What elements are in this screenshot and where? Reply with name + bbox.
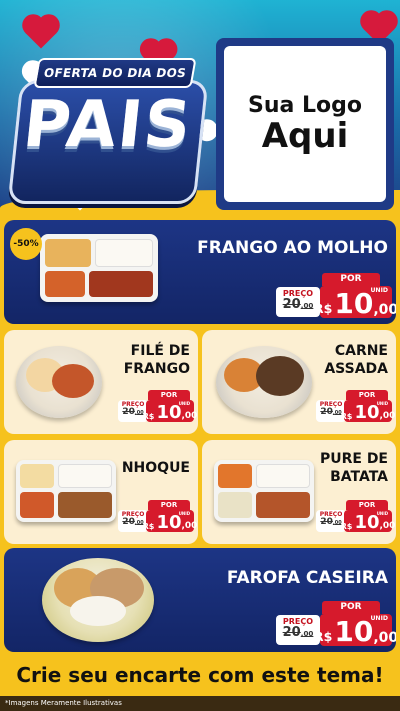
price-por-label: POR — [322, 273, 380, 286]
food-bowl-image — [42, 558, 154, 642]
title-badge: OFERTA DO DIA DOS PAIS — [7, 58, 209, 206]
discount-badge: -50% — [10, 228, 42, 260]
price-por-label: POR — [322, 601, 380, 614]
food-bowl-image — [216, 346, 312, 418]
dish-name: NHOQUE — [121, 460, 190, 476]
product-card-nhoque[interactable]: NHOQUE POR PREÇO 20,00 UNID R$ 10,00 — [4, 440, 198, 544]
logo-placeholder[interactable]: Sua Logo Aqui — [216, 38, 394, 210]
logo-text-line1: Sua Logo — [247, 92, 362, 118]
dish-name: FILÉ DE FRANGO — [123, 343, 190, 377]
badge-subtitle: OFERTA DO DIA DOS — [33, 58, 197, 88]
current-price: UNID R$ 10,00 — [313, 286, 396, 320]
food-tray-image — [40, 234, 158, 302]
logo-text-line2: Aqui — [261, 115, 349, 156]
product-card-carne-assada[interactable]: CARNE ASSADA POR PREÇO 20,00 UNID R$ 10,0… — [202, 330, 396, 434]
cta-banner[interactable]: Crie seu encarte com este tema! — [4, 656, 396, 694]
price-por-label: POR — [346, 500, 388, 510]
disclaimer-footnote: *Imagens Meramente Ilustrativas — [0, 696, 400, 711]
dish-name: CARNE ASSADA — [324, 343, 388, 377]
current-price: UNID R$ 10,00 — [142, 400, 198, 423]
food-tray-image — [16, 460, 116, 522]
price-por-label: POR — [148, 390, 190, 400]
dish-name: FAROFA CASEIRA — [226, 568, 388, 588]
badge-title: PAIS — [19, 88, 197, 162]
dish-name: FRANGO AO MOLHO — [197, 238, 388, 258]
price-por-label: POR — [346, 390, 388, 400]
food-tray-image — [214, 460, 314, 522]
current-price: UNID R$ 10,00 — [340, 510, 396, 533]
food-bowl-image — [16, 346, 102, 418]
current-price: UNID R$ 10,00 — [142, 510, 198, 533]
product-card-file-de-frango[interactable]: FILÉ DE FRANGO POR PREÇO 20,00 UNID R$ 10… — [4, 330, 198, 434]
product-card-pure-de-batata[interactable]: PURE DE BATATA POR PREÇO 20,00 UNID R$ 10… — [202, 440, 396, 544]
price-por-label: POR — [148, 500, 190, 510]
current-price: UNID R$ 10,00 — [340, 400, 396, 423]
product-card-farofa-caseira[interactable]: FAROFA CASEIRA POR PREÇO 20,00 UNID R$ 10… — [4, 548, 396, 652]
current-price: UNID R$ 10,00 — [313, 614, 396, 648]
product-card-frango-ao-molho[interactable]: -50% FRANGO AO MOLHO POR PREÇO 20,00 UNI… — [4, 220, 396, 324]
dish-name: PURE DE BATATA — [319, 451, 388, 485]
